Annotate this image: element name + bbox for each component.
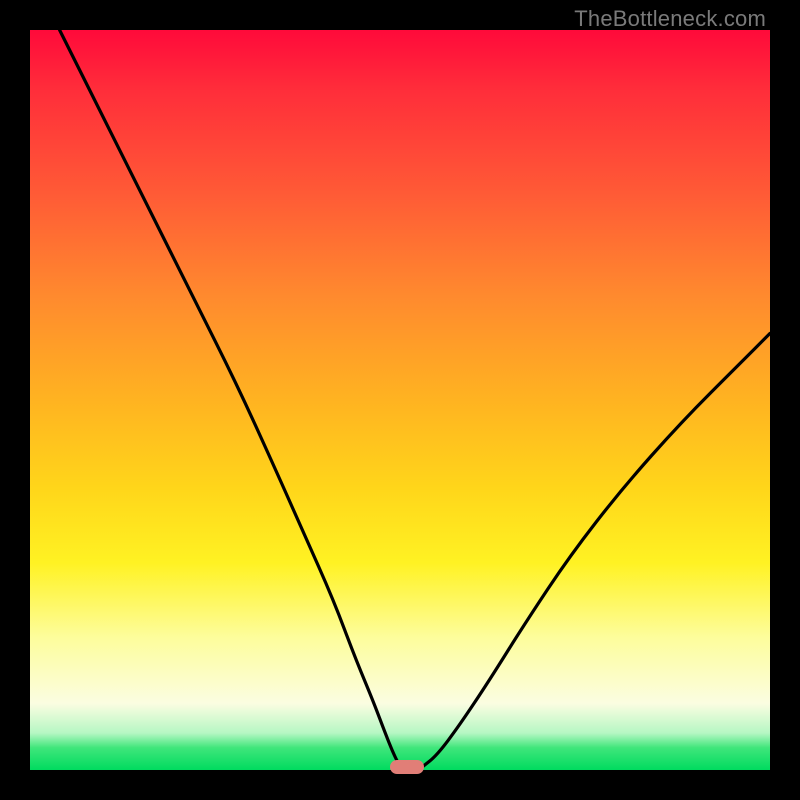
curve-layer — [30, 30, 770, 770]
curve-left — [60, 30, 402, 767]
optimum-marker — [390, 760, 424, 774]
plot-area — [30, 30, 770, 770]
watermark-text: TheBottleneck.com — [574, 6, 766, 32]
curve-right — [422, 333, 770, 767]
chart-frame: TheBottleneck.com — [0, 0, 800, 800]
